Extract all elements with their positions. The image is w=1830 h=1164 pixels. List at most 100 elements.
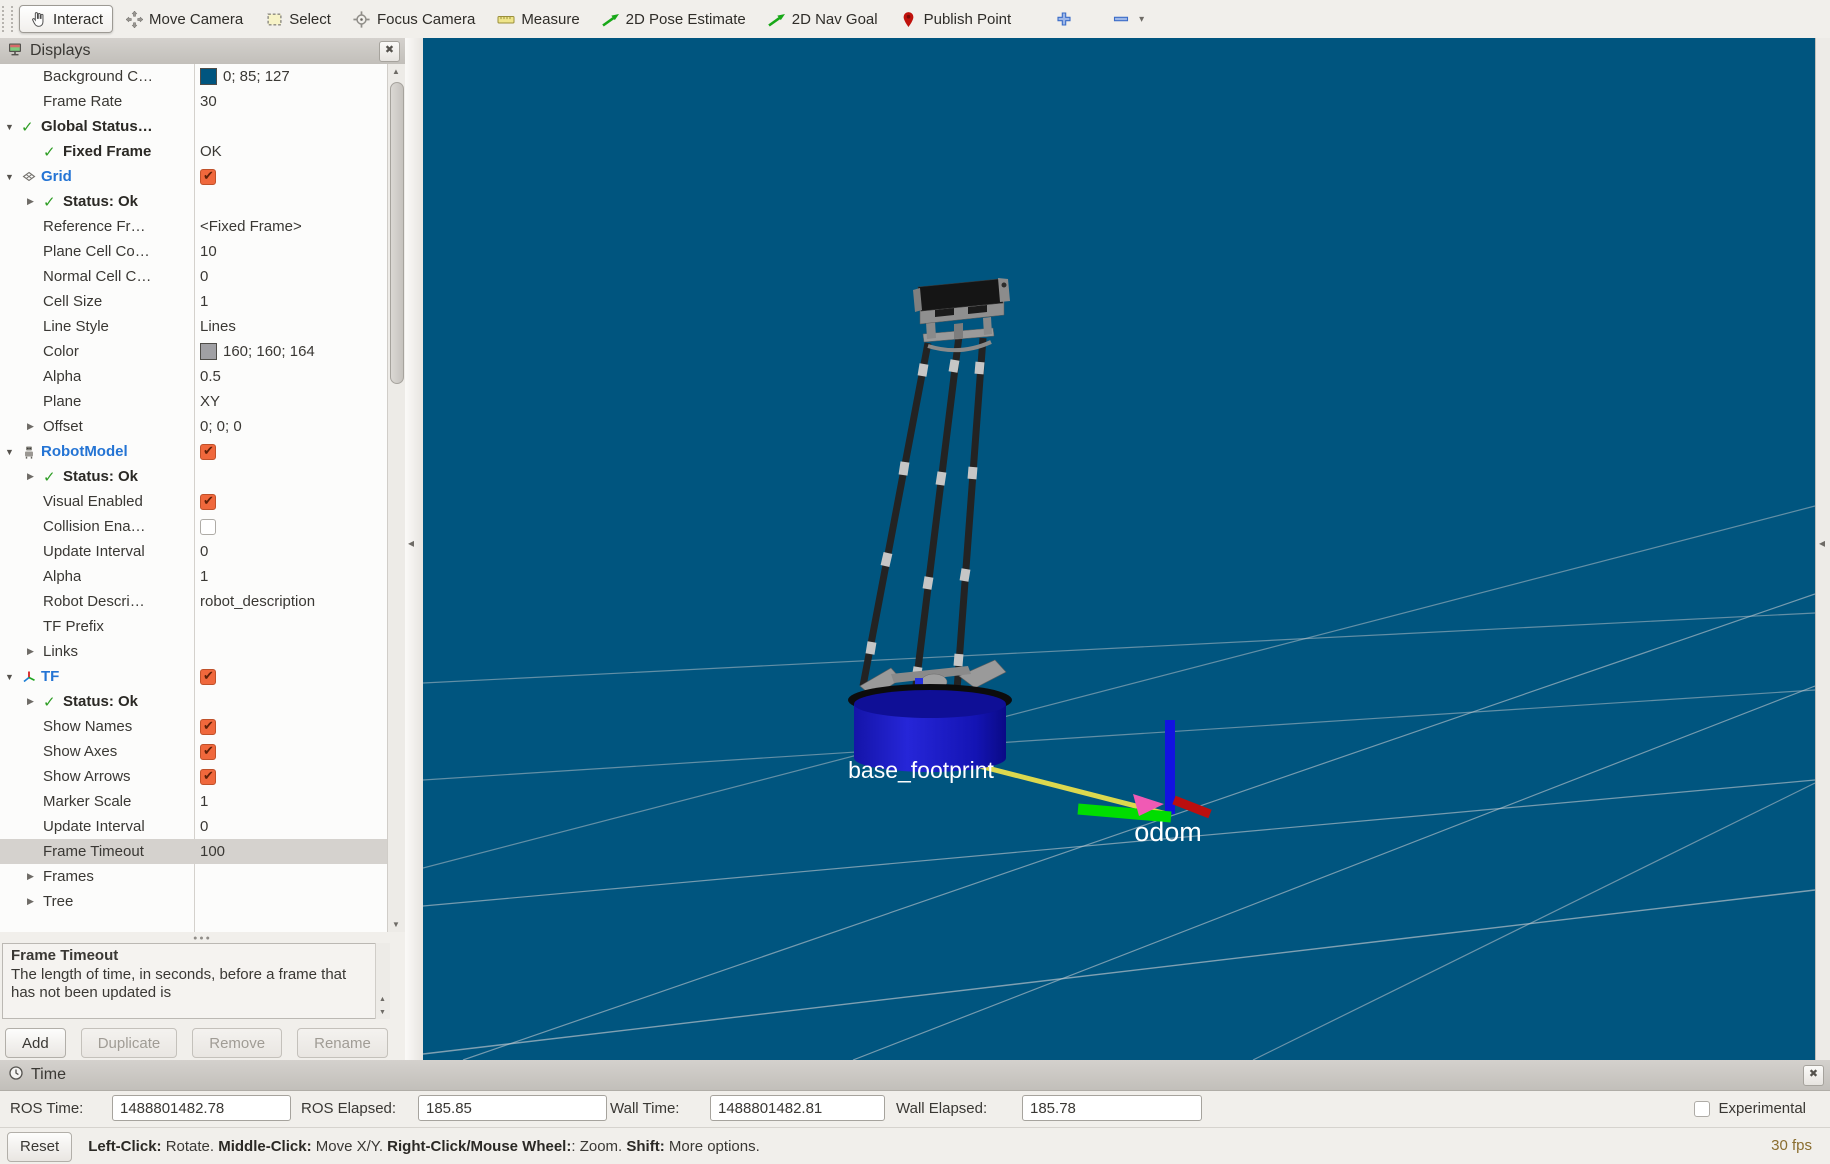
ros-elapsed-input[interactable] [418, 1095, 607, 1121]
tool-2d-pose-estimate[interactable]: 2D Pose Estimate [592, 5, 756, 33]
property-value[interactable] [195, 739, 388, 764]
enabled-checkbox[interactable] [200, 494, 216, 510]
property-value[interactable]: 0 [195, 814, 388, 839]
3d-viewport[interactable]: base_footprint odom [423, 38, 1815, 1060]
property-value[interactable]: 1 [195, 289, 388, 314]
property-value[interactable] [195, 689, 388, 714]
tree-row-show-arrows[interactable]: Show Arrows [0, 764, 388, 789]
close-icon[interactable]: ✖ [1803, 1065, 1824, 1086]
tree-row-marker-scale[interactable]: Marker Scale1 [0, 789, 388, 814]
remove-button[interactable]: Remove [192, 1028, 282, 1058]
tree-row-frame-timeout[interactable]: Frame Timeout100 [0, 839, 388, 864]
property-value[interactable] [195, 714, 388, 739]
toolbar-drag-handle[interactable] [2, 6, 13, 32]
tree-row-tf[interactable]: ▼TF [0, 664, 388, 689]
tool-focus-camera[interactable]: Focus Camera [343, 5, 485, 33]
tool-publish-point[interactable]: Publish Point [890, 5, 1022, 33]
tree-row-status-ok[interactable]: ▶✓Status: Ok [0, 689, 388, 714]
property-value[interactable]: 100 [195, 839, 388, 864]
enabled-checkbox[interactable] [200, 744, 216, 760]
tree-row-color[interactable]: Color160; 160; 164 [0, 339, 388, 364]
property-value[interactable]: 30 [195, 89, 388, 114]
tree-row-status-ok[interactable]: ▶✓Status: Ok [0, 464, 388, 489]
property-value[interactable]: <Fixed Frame> [195, 214, 388, 239]
tree-row-frames[interactable]: ▶Frames [0, 864, 388, 889]
property-value[interactable]: 0 [195, 539, 388, 564]
expander-closed-icon[interactable]: ▶ [27, 471, 43, 482]
tool-select[interactable]: Select [255, 5, 341, 33]
tree-row-background-c[interactable]: Background C…0; 85; 127 [0, 64, 388, 89]
wall-elapsed-input[interactable] [1022, 1095, 1202, 1121]
property-value[interactable] [195, 189, 388, 214]
enabled-checkbox[interactable] [200, 719, 216, 735]
expander-closed-icon[interactable]: ▶ [27, 696, 43, 707]
panel-splitter-handle[interactable]: ●●● [0, 934, 405, 943]
duplicate-button[interactable]: Duplicate [81, 1028, 178, 1058]
close-icon[interactable]: ✖ [379, 41, 400, 62]
property-value[interactable] [195, 439, 388, 464]
property-value[interactable] [195, 514, 388, 539]
property-value[interactable]: 1 [195, 564, 388, 589]
experimental-checkbox[interactable] [1694, 1101, 1710, 1117]
tree-row-cell-size[interactable]: Cell Size1 [0, 289, 388, 314]
property-value[interactable]: OK [195, 139, 388, 164]
scroll-down-icon[interactable]: ▼ [376, 1009, 389, 1016]
tree-row-line-style[interactable]: Line StyleLines [0, 314, 388, 339]
scroll-up-icon[interactable]: ▲ [376, 996, 389, 1003]
rename-button[interactable]: Rename [297, 1028, 388, 1058]
tree-row-alpha[interactable]: Alpha1 [0, 564, 388, 589]
enabled-checkbox[interactable] [200, 519, 216, 535]
expander-closed-icon[interactable]: ▶ [27, 871, 43, 882]
scroll-up-icon[interactable]: ▲ [388, 64, 404, 79]
property-value[interactable] [195, 164, 388, 189]
property-value[interactable] [195, 664, 388, 689]
expander-open-icon[interactable]: ▼ [5, 447, 21, 457]
property-value[interactable]: 1 [195, 789, 388, 814]
property-value[interactable]: 160; 160; 164 [195, 339, 388, 364]
property-value[interactable]: 0 [195, 264, 388, 289]
expander-closed-icon[interactable]: ▶ [27, 896, 43, 907]
expander-open-icon[interactable]: ▼ [5, 122, 21, 132]
property-value[interactable] [195, 489, 388, 514]
tree-row-robotmodel[interactable]: ▼RobotModel [0, 439, 388, 464]
ros-time-input[interactable] [112, 1095, 291, 1121]
tree-row-visual-enabled[interactable]: Visual Enabled [0, 489, 388, 514]
tree-row-tf-prefix[interactable]: TF Prefix [0, 614, 388, 639]
property-value[interactable] [195, 639, 388, 664]
property-value[interactable]: 0; 85; 127 [195, 64, 388, 89]
tree-row-grid[interactable]: ▼Grid [0, 164, 388, 189]
expander-open-icon[interactable]: ▼ [5, 172, 21, 182]
tree-row-alpha[interactable]: Alpha0.5 [0, 364, 388, 389]
expander-closed-icon[interactable]: ▶ [27, 646, 43, 657]
property-value[interactable]: XY [195, 389, 388, 414]
tree-row-plane-cell-co[interactable]: Plane Cell Co…10 [0, 239, 388, 264]
add-tool-button[interactable] [1050, 5, 1078, 33]
tree-row-tree[interactable]: ▶Tree [0, 889, 388, 914]
tree-row-collision-ena[interactable]: Collision Ena… [0, 514, 388, 539]
tree-row-frame-rate[interactable]: Frame Rate30 [0, 89, 388, 114]
property-value[interactable] [195, 614, 388, 639]
panel-viewport-splitter[interactable]: ◂ [405, 38, 424, 1060]
property-value[interactable]: 0.5 [195, 364, 388, 389]
add-button[interactable]: Add [5, 1028, 66, 1058]
property-value[interactable] [195, 464, 388, 489]
enabled-checkbox[interactable] [200, 669, 216, 685]
tree-row-robot-descri[interactable]: Robot Descri…robot_description [0, 589, 388, 614]
enabled-checkbox[interactable] [200, 169, 216, 185]
tree-row-offset[interactable]: ▶Offset0; 0; 0 [0, 414, 388, 439]
collapse-left-icon[interactable]: ◂ [408, 536, 414, 550]
expander-closed-icon[interactable]: ▶ [27, 421, 43, 432]
property-value[interactable] [195, 114, 388, 139]
tree-row-update-interval[interactable]: Update Interval0 [0, 539, 388, 564]
expander-open-icon[interactable]: ▼ [5, 672, 21, 682]
tree-row-show-names[interactable]: Show Names [0, 714, 388, 739]
property-value[interactable]: Lines [195, 314, 388, 339]
remove-tool-button[interactable]: ▾ [1107, 5, 1149, 33]
tree-scrollbar[interactable]: ▲ ▼ [387, 64, 405, 932]
tree-row-show-axes[interactable]: Show Axes [0, 739, 388, 764]
tree-row-update-interval[interactable]: Update Interval0 [0, 814, 388, 839]
tree-row-global-status[interactable]: ▼✓Global Status… [0, 114, 388, 139]
tool-measure[interactable]: Measure [487, 5, 589, 33]
property-value[interactable]: robot_description [195, 589, 388, 614]
enabled-checkbox[interactable] [200, 769, 216, 785]
